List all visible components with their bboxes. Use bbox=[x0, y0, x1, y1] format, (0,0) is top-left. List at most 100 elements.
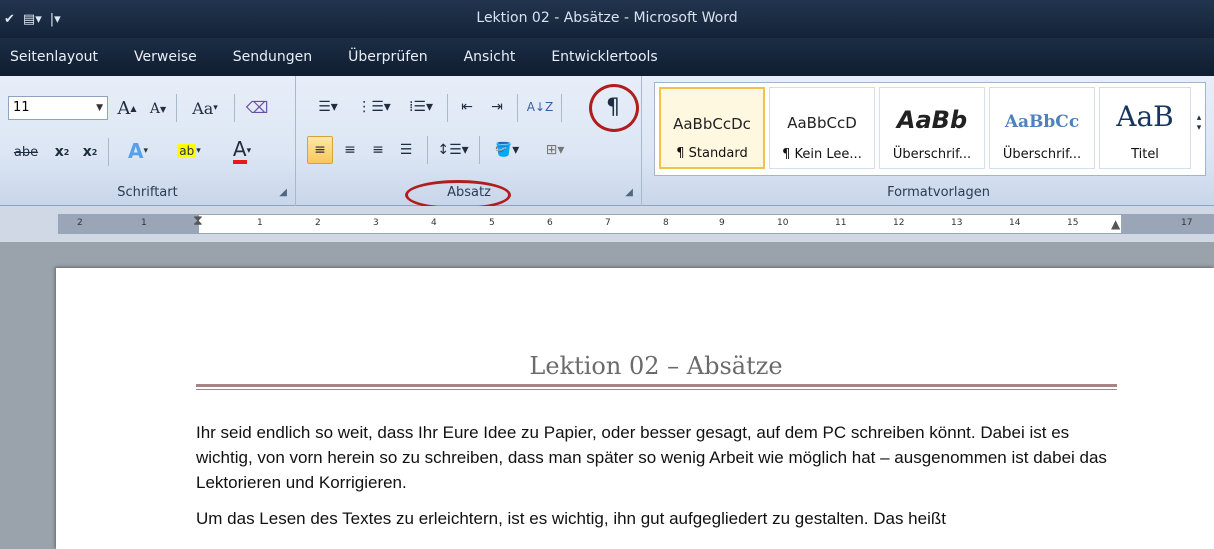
tab-seitenlayout[interactable]: Seitenlayout bbox=[10, 49, 98, 65]
ruler-tick: 8 bbox=[663, 218, 669, 228]
style-sample: AaBbCc bbox=[1004, 112, 1080, 132]
title-underline bbox=[196, 384, 1117, 390]
ruler-tick: 15 bbox=[1067, 218, 1079, 228]
ruler-tick: 2 bbox=[315, 218, 321, 228]
style-titel[interactable]: AaB Titel bbox=[1099, 87, 1191, 169]
style-ueberschrift-2[interactable]: AaBbCc Überschrif... bbox=[989, 87, 1095, 169]
dialog-launcher-icon[interactable]: ◢ bbox=[279, 187, 287, 198]
clear-format-button[interactable]: ⌫ bbox=[242, 92, 272, 122]
highlight-label: ab bbox=[177, 144, 197, 158]
numbering-button[interactable]: ⋮☰▾ bbox=[353, 92, 395, 122]
shrink-font-button[interactable]: A ▼ bbox=[146, 96, 170, 122]
text-effects-label: A bbox=[127, 139, 144, 163]
tab-ueberpruefen[interactable]: Überprüfen bbox=[348, 49, 427, 65]
separator bbox=[517, 94, 518, 122]
style-kein-leerraum[interactable]: AaBbCcD ¶ Kein Lee... bbox=[769, 87, 875, 169]
indent-marker-icon[interactable]: ⧗ bbox=[193, 213, 203, 229]
ribbon: 11 ▼ A ▲ A ▼ Aa ▾ ⌫ abe x2 x2 A ▾ ab ▾ A… bbox=[0, 76, 1214, 210]
ribbon-tabs: Seitenlayout Verweise Sendungen Überprüf… bbox=[0, 38, 1214, 76]
paint-bucket-icon: 🪣▾ bbox=[494, 142, 520, 158]
style-sample: AaBb bbox=[896, 106, 968, 134]
align-center-icon: ≡ bbox=[344, 142, 356, 158]
subscript-button[interactable]: x2 bbox=[50, 138, 74, 166]
ruler-right-margin bbox=[1121, 215, 1214, 233]
style-sample: AaBbCcD bbox=[787, 114, 857, 132]
numbered-list-icon: ⋮☰▾ bbox=[357, 99, 391, 115]
style-name: Überschrif... bbox=[1002, 147, 1082, 162]
tab-sendungen[interactable]: Sendungen bbox=[233, 49, 312, 65]
ruler-tick: 17 bbox=[1181, 218, 1193, 228]
shading-button[interactable]: 🪣▾ bbox=[485, 136, 529, 164]
tab-entwicklertools[interactable]: Entwicklertools bbox=[551, 49, 657, 65]
paragraph-group: ☰▾ ⋮☰▾ ⁞☰▾ ⇤ ⇥ A↓Z ¶ ≡ ≡ ≡ ☰ ↕☰▾ 🪣▾ ⊞▾ A… bbox=[297, 76, 642, 210]
ruler-tick: 14 bbox=[1009, 218, 1021, 228]
ruler-tick: 9 bbox=[719, 218, 725, 228]
decrease-indent-icon: ⇤ bbox=[461, 99, 473, 115]
justify-button[interactable]: ☰ bbox=[393, 136, 419, 164]
ruler-tick: 7 bbox=[605, 218, 611, 228]
chevron-down-icon: ▼ bbox=[96, 103, 103, 113]
dialog-launcher-icon[interactable]: ◢ bbox=[625, 187, 633, 198]
font-group: 11 ▼ A ▲ A ▼ Aa ▾ ⌫ abe x2 x2 A ▾ ab ▾ A… bbox=[0, 76, 296, 206]
styles-group-label: Formatvorlagen bbox=[887, 185, 990, 200]
font-group-label: Schriftart bbox=[117, 185, 178, 200]
align-right-button[interactable]: ≡ bbox=[365, 136, 391, 164]
change-case-button[interactable]: Aa ▾ bbox=[182, 94, 228, 122]
title-bar: ✔ ▤▾ |▾ Lektion 02 - Absätze - Microsoft… bbox=[0, 0, 1214, 38]
ruler-tick: 1 bbox=[141, 218, 147, 228]
document-title: Lektion 02 – Absätze bbox=[529, 352, 783, 380]
align-left-icon: ≡ bbox=[314, 142, 326, 158]
separator bbox=[427, 136, 428, 164]
style-name: Überschrif... bbox=[892, 147, 972, 162]
superscript-button[interactable]: x2 bbox=[78, 138, 102, 166]
align-center-button[interactable]: ≡ bbox=[337, 136, 363, 164]
ruler-tick: 11 bbox=[835, 218, 847, 228]
highlight-button[interactable]: ab ▾ bbox=[164, 136, 214, 166]
ruler-tick: 4 bbox=[431, 218, 437, 228]
justify-icon: ☰ bbox=[399, 142, 413, 158]
bullet-list-icon: ☰▾ bbox=[318, 99, 338, 115]
gallery-scroll-icon[interactable]: ▴ ▾ bbox=[1193, 103, 1205, 143]
ruler-tick: 1 bbox=[257, 218, 263, 228]
decrease-indent-button[interactable]: ⇤ bbox=[453, 92, 481, 122]
window-title: Lektion 02 - Absätze - Microsoft Word bbox=[476, 10, 738, 26]
ruler-tick: 13 bbox=[951, 218, 963, 228]
tab-ansicht[interactable]: Ansicht bbox=[464, 49, 516, 65]
multilevel-list-button[interactable]: ⁞☰▾ bbox=[399, 92, 443, 122]
line-spacing-button[interactable]: ↕☰▾ bbox=[433, 136, 473, 164]
separator bbox=[479, 136, 480, 164]
font-size-combo[interactable]: 11 ▼ bbox=[8, 96, 108, 120]
multilevel-list-icon: ⁞☰▾ bbox=[408, 99, 434, 115]
align-left-button[interactable]: ≡ bbox=[307, 136, 333, 164]
horizontal-ruler[interactable]: 2 1 1 2 3 4 5 6 7 8 9 10 11 12 13 14 15 … bbox=[58, 213, 1214, 234]
strikethrough-button[interactable]: abe bbox=[8, 138, 44, 166]
document-page[interactable]: Lektion 02 – Absätze Ihr seid endlich so… bbox=[56, 268, 1214, 549]
subscript-label: x bbox=[54, 144, 64, 160]
style-sample: AaBbCcDc bbox=[673, 115, 751, 133]
strikethrough-label: abe bbox=[13, 144, 39, 160]
separator bbox=[108, 138, 109, 166]
separator bbox=[447, 94, 448, 122]
style-standard[interactable]: AaBbCcDc ¶ Standard bbox=[659, 87, 765, 169]
line-spacing-icon: ↕☰▾ bbox=[437, 142, 469, 158]
style-ueberschrift-1[interactable]: AaBb Überschrif... bbox=[879, 87, 985, 169]
ruler-tick: 12 bbox=[893, 218, 905, 228]
grow-font-button[interactable]: A ▲ bbox=[114, 94, 140, 122]
align-right-icon: ≡ bbox=[372, 142, 384, 158]
style-name: ¶ Kein Lee... bbox=[782, 147, 862, 162]
paragraph-2: Um das Lesen des Textes zu erleichtern, … bbox=[196, 509, 946, 528]
ruler-tick: 3 bbox=[373, 218, 379, 228]
borders-button[interactable]: ⊞▾ bbox=[533, 136, 577, 164]
sort-button[interactable]: A↓Z bbox=[523, 92, 557, 122]
ruler-area: 2 1 1 2 3 4 5 6 7 8 9 10 11 12 13 14 15 … bbox=[0, 206, 1214, 242]
tab-verweise[interactable]: Verweise bbox=[134, 49, 197, 65]
increase-indent-button[interactable]: ⇥ bbox=[483, 92, 511, 122]
separator bbox=[234, 94, 235, 122]
text-effects-button[interactable]: A ▾ bbox=[116, 136, 160, 166]
style-gallery: AaBbCcDc ¶ Standard AaBbCcD ¶ Kein Lee..… bbox=[654, 82, 1206, 176]
bullets-button[interactable]: ☰▾ bbox=[307, 92, 349, 122]
font-color-button[interactable]: A ▾ bbox=[220, 136, 264, 166]
grow-font-label: A bbox=[117, 97, 131, 119]
right-indent-marker-icon[interactable]: ▲ bbox=[1111, 217, 1120, 231]
border-icon: ⊞▾ bbox=[545, 142, 565, 158]
